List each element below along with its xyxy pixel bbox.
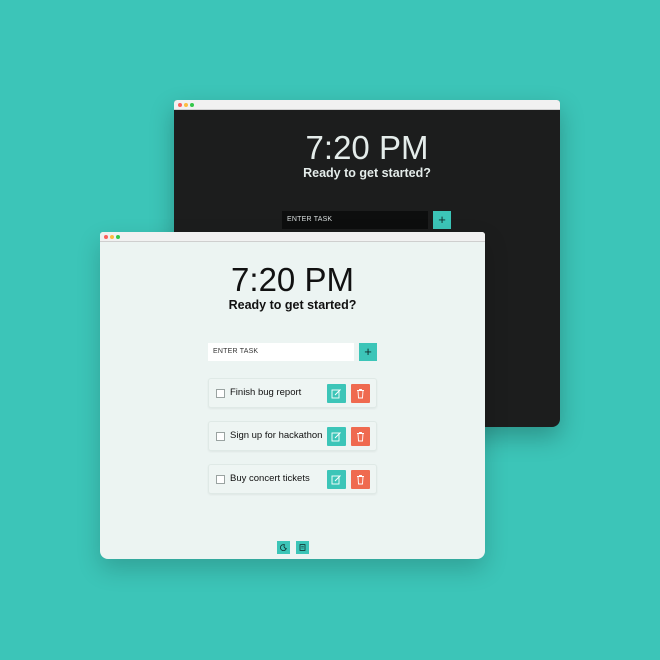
light-mode-window: 7:20 PM Ready to get started? ENTER TASK… [100,232,485,559]
task-item: Sign up for hackathon [208,421,377,451]
close-window-dot[interactable] [178,103,182,107]
delete-task-button[interactable] [351,427,370,446]
task-label: Sign up for hackathon [230,430,323,441]
maximize-window-dot[interactable] [190,103,194,107]
task-input[interactable]: ENTER TASK [208,343,354,361]
dark-mode-toggle-button[interactable] [277,541,290,554]
delete-task-button[interactable] [351,470,370,489]
edit-task-button[interactable] [327,470,346,489]
clock-display: 7:20 PM [305,129,429,166]
moon-icon [280,544,287,551]
task-label: Buy concert tickets [230,473,310,484]
task-list: Finish bug report Sign up for hackathon [208,378,377,507]
edit-icon [331,432,341,442]
notes-button[interactable] [296,541,309,554]
trash-icon [357,432,364,442]
minimize-window-dot[interactable] [110,235,114,239]
greeting-text: Ready to get started? [303,166,431,180]
trash-icon [357,475,364,485]
maximize-window-dot[interactable] [116,235,120,239]
add-task-button[interactable]: + [359,343,377,361]
task-checkbox[interactable] [216,389,225,398]
document-icon [299,544,306,551]
edit-icon [331,389,341,399]
clock-display: 7:20 PM [231,261,354,298]
task-checkbox[interactable] [216,432,225,441]
delete-task-button[interactable] [351,384,370,403]
minimize-window-dot[interactable] [184,103,188,107]
task-item: Finish bug report [208,378,377,408]
add-task-button[interactable]: + [433,211,451,229]
close-window-dot[interactable] [104,235,108,239]
task-label: Finish bug report [230,387,302,398]
task-checkbox[interactable] [216,475,225,484]
task-item: Buy concert tickets [208,464,377,494]
greeting-text: Ready to get started? [228,298,357,312]
edit-icon [331,475,341,485]
window-titlebar [100,232,485,242]
window-titlebar [174,100,560,110]
trash-icon [357,389,364,399]
edit-task-button[interactable] [327,427,346,446]
task-input[interactable]: ENTER TASK [282,211,428,229]
edit-task-button[interactable] [327,384,346,403]
